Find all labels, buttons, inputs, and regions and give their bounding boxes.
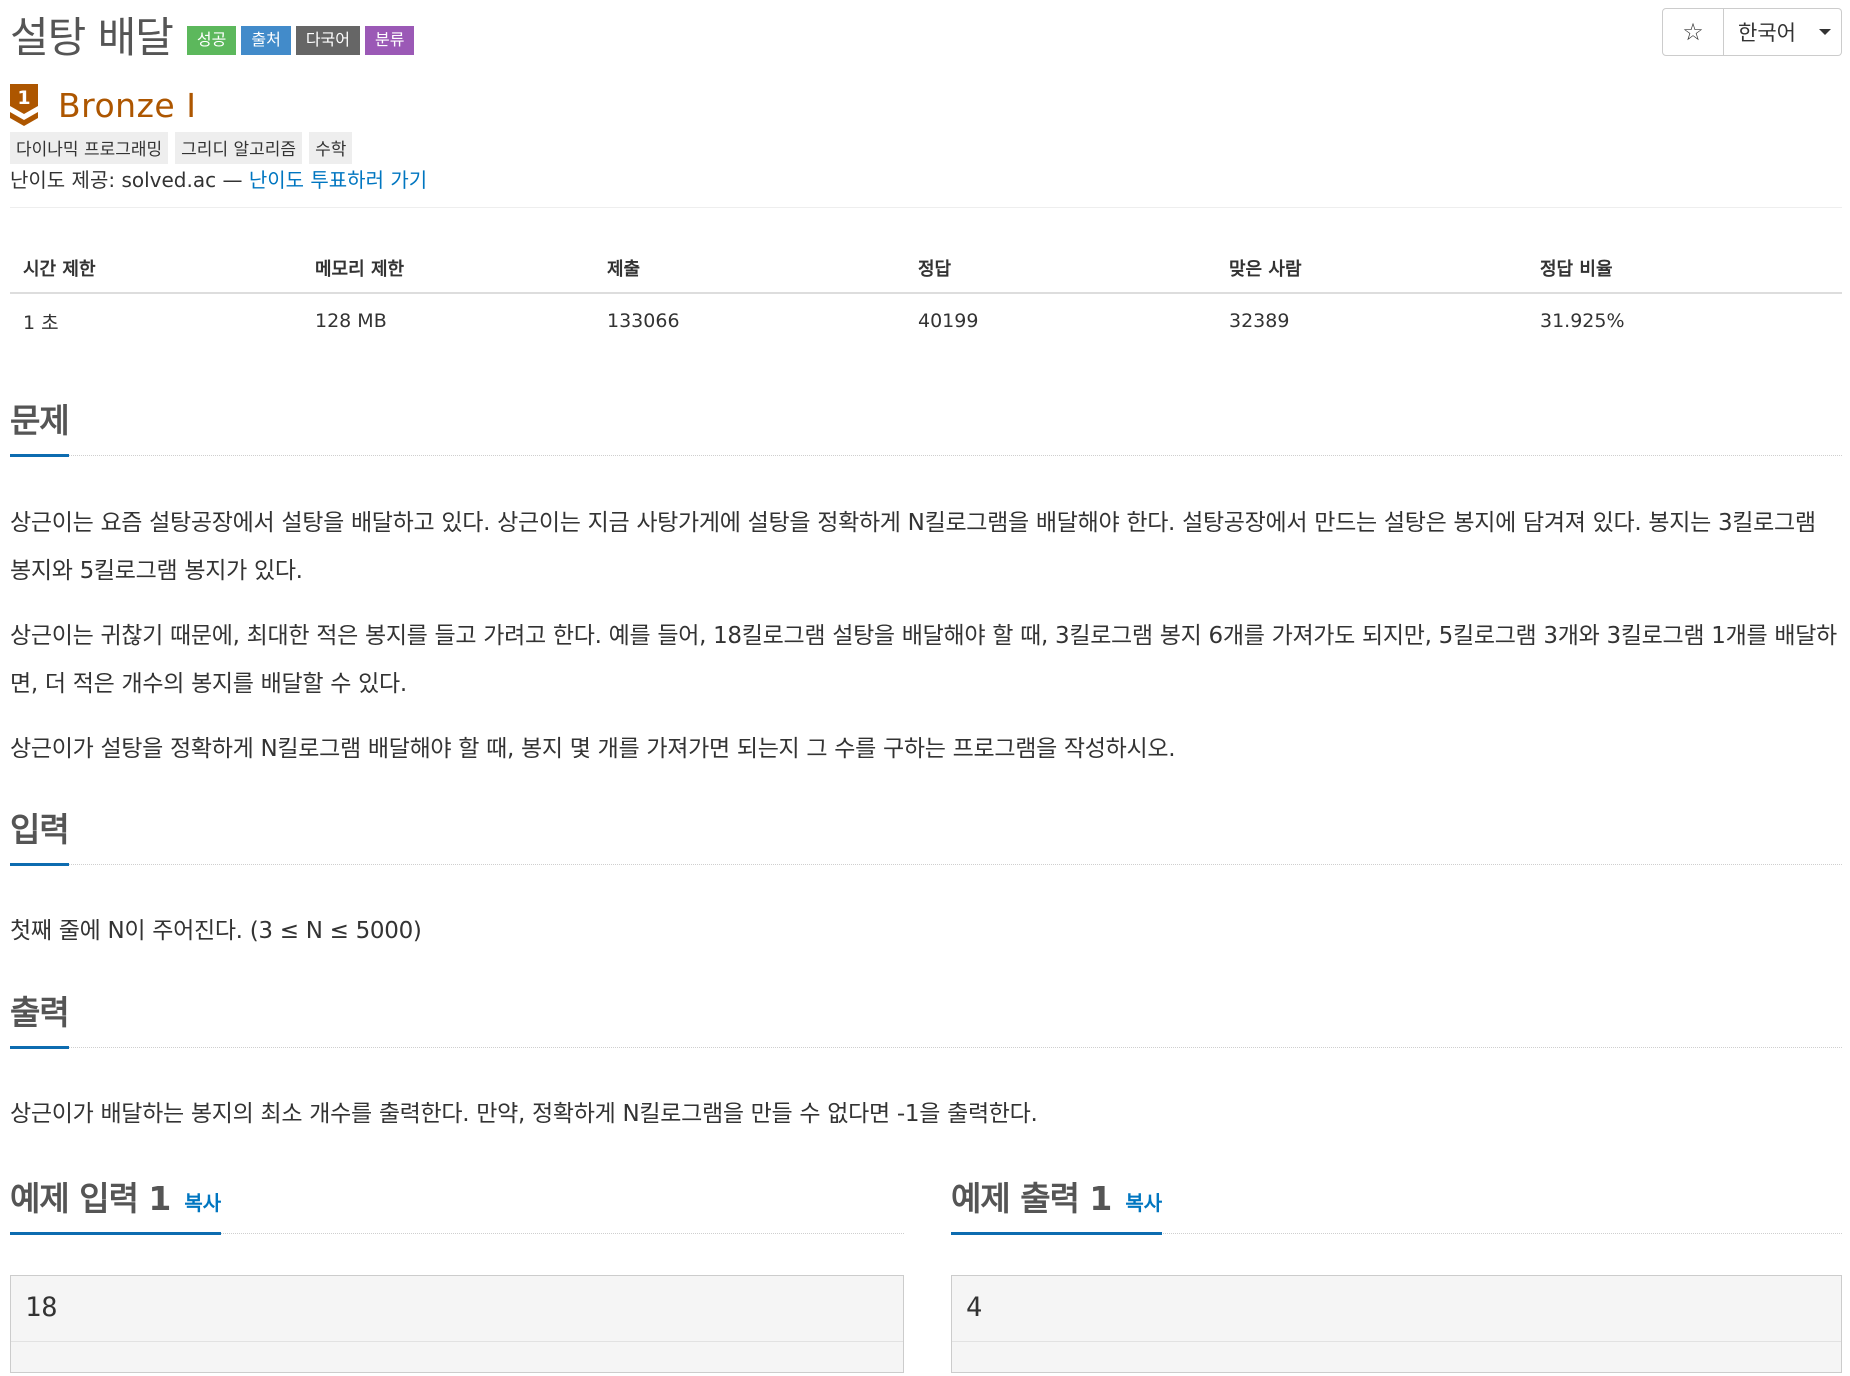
divider: [10, 207, 1842, 208]
sample-input-title: 예제 입력 1 복사: [10, 1172, 222, 1235]
tag-greedy[interactable]: 그리디 알고리즘: [175, 132, 303, 164]
time-limit-value: 1 초: [23, 311, 59, 334]
problem-title: 설탕 배달: [10, 12, 174, 62]
sample-output-value: 4: [952, 1276, 1841, 1342]
input-description: 첫째 줄에 N이 주어진다. (3 ≤ N ≤ 5000): [10, 918, 422, 944]
title-row: 설탕 배달 성공 출처 다국어 분류: [10, 6, 419, 62]
table-header: 시간 제한 메모리 제한 제출 정답 맞은 사람 정답 비율: [10, 244, 1842, 294]
vote-difficulty-link[interactable]: 난이도 투표하러 가기: [249, 168, 427, 192]
tag-math[interactable]: 수학: [309, 132, 353, 164]
memory-limit-value: 128 MB: [315, 310, 387, 332]
output-section-header: 출력: [10, 990, 1842, 1049]
credit-text: 난이도 제공: solved.ac —: [10, 168, 249, 192]
table-row: 1 초 128 MB 133066 40199 32389 31.925%: [10, 294, 1842, 348]
input-section-header: 입력: [10, 807, 1842, 866]
input-section-title: 입력: [10, 803, 70, 866]
output-description: 상근이가 배달하는 봉지의 최소 개수를 출력한다. 만약, 정확하게 N킬로그…: [10, 1101, 1038, 1127]
problem-section-title: 문제: [10, 394, 70, 457]
sample-output-box: 4: [951, 1275, 1842, 1373]
sample-input-title-text: 예제 입력 1: [10, 1179, 171, 1218]
problem-paragraph-1: 상근이는 요즘 설탕공장에서 설탕을 배달하고 있다. 상근이는 지금 사탕가게…: [10, 510, 1816, 584]
bronze-tier-icon: 1: [10, 84, 38, 126]
problem-info-table: 시간 제한 메모리 제한 제출 정답 맞은 사람 정답 비율 1 초 128 M…: [10, 244, 1842, 348]
header-accepted: 정답: [918, 259, 952, 280]
solved-users-value: 32389: [1229, 310, 1290, 332]
copy-sample-output-button[interactable]: 복사: [1125, 1191, 1162, 1215]
problem-paragraph-3: 상근이가 설탕을 정확하게 N킬로그램 배달해야 할 때, 봉지 몇 개를 가져…: [10, 736, 1176, 762]
problem-toolbar: ☆ 한국어: [1662, 8, 1842, 56]
problem-section-header: 문제: [10, 398, 1842, 457]
star-icon: ☆: [1682, 18, 1704, 46]
sample-output-title-text: 예제 출력 1: [951, 1179, 1112, 1218]
header-solved-users: 맞은 사람: [1229, 259, 1302, 280]
favorite-button[interactable]: ☆: [1662, 8, 1724, 56]
accept-ratio-value: 31.925%: [1540, 310, 1625, 332]
language-label: 한국어: [1738, 21, 1796, 45]
submissions-value: 133066: [607, 310, 680, 332]
sample-output-title: 예제 출력 1 복사: [951, 1172, 1163, 1235]
caret-down-icon: [1819, 29, 1831, 35]
header-accept-ratio: 정답 비율: [1540, 259, 1613, 280]
header-time-limit: 시간 제한: [23, 259, 96, 280]
tier-badge-number: 1: [17, 87, 30, 109]
problem-paragraph-2: 상근이는 귀찮기 때문에, 최대한 적은 봉지를 들고 가려고 한다. 예를 들…: [10, 623, 1837, 697]
sample-input-header: 예제 입력 1 복사: [10, 1176, 904, 1235]
sample-input-value: 18: [11, 1276, 903, 1342]
difficulty-credit: 난이도 제공: solved.ac — 난이도 투표하러 가기: [10, 164, 427, 193]
tier-name: Bronze I: [58, 85, 197, 125]
tier-row: 1 Bronze I: [10, 82, 196, 128]
sample-output-header: 예제 출력 1 복사: [951, 1176, 1842, 1235]
output-section-title: 출력: [10, 986, 70, 1049]
accepted-value: 40199: [918, 310, 979, 332]
language-dropdown[interactable]: 한국어: [1724, 8, 1842, 56]
label-multilang[interactable]: 다국어: [295, 25, 360, 55]
sample-input-box: 18: [10, 1275, 904, 1373]
header-submissions: 제출: [607, 259, 641, 280]
algorithm-tags: 다이나믹 프로그래밍 그리디 알고리즘 수학: [10, 132, 359, 164]
problem-labels: 성공 출처 다국어 분류: [186, 25, 420, 55]
copy-sample-input-button[interactable]: 복사: [184, 1191, 221, 1215]
header-memory-limit: 메모리 제한: [315, 259, 405, 280]
label-source[interactable]: 출처: [241, 25, 291, 55]
label-success[interactable]: 성공: [186, 25, 237, 55]
tag-dynamic-programming[interactable]: 다이나믹 프로그래밍: [10, 132, 169, 164]
label-category[interactable]: 분류: [365, 25, 415, 55]
